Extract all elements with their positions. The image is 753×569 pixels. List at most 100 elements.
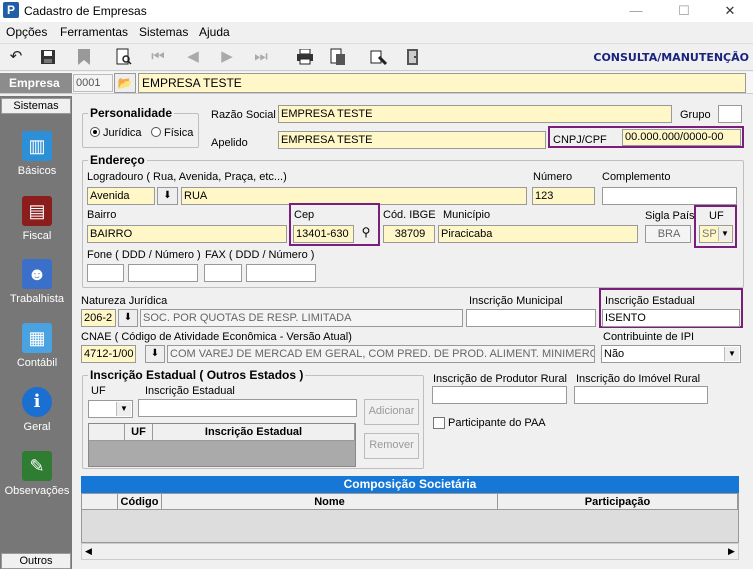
cep-label: Cep [294,209,315,221]
chevron-down-icon: ▼ [718,227,731,241]
cnae-lookup-button[interactable]: ⬇ [145,345,165,363]
contrib-ipi-value: Não [604,348,625,360]
undo-icon[interactable]: ↶ [5,46,27,68]
col-ie-header: Inscrição Estadual [153,424,355,441]
printer-icon[interactable] [294,46,316,68]
bairro-label: Bairro [87,209,117,221]
fax-numero-field[interactable] [246,264,316,282]
complemento-field[interactable] [602,187,737,205]
print-preview-icon[interactable] [113,46,135,68]
sidebar-item-contabil[interactable]: ▦ Contábil [0,323,74,369]
binoculars-icon[interactable]: ⚲ [356,225,376,243]
scroll-right-icon[interactable]: ▶ [728,546,735,557]
info-icon: i [22,387,52,417]
tipo-lookup-button[interactable]: ⬇ [157,187,178,205]
col-codigo-header: Código [118,494,162,510]
table-corner [89,424,125,441]
razao-social-field[interactable]: EMPRESA TESTE [278,105,672,123]
maximize-button[interactable]: ☐ [664,2,704,20]
numero-label: Número [533,171,573,183]
empresa-label: Empresa [0,73,72,93]
ibge-label: Cód. IBGE [383,209,436,221]
numero-field[interactable]: 123 [532,187,595,205]
col-nome-header: Nome [162,494,498,510]
uf-dropdown[interactable]: SP ▼ [699,225,733,243]
municipio-field[interactable]: Piracicaba [438,225,638,243]
apelido-field[interactable]: EMPRESA TESTE [278,131,546,149]
cep-field[interactable]: 13401-630 [293,225,354,243]
insc-estadual-field[interactable]: ISENTO [602,309,740,327]
cnpj-field[interactable]: 00.000.000/0000-00 [622,129,741,146]
menu-ferramentas[interactable]: Ferramentas [60,25,128,39]
fax-ddd-field[interactable] [204,264,242,282]
menu-sistemas[interactable]: Sistemas [139,25,188,39]
grupo-field[interactable] [718,105,742,123]
bairro-field[interactable]: BAIRRO [87,225,287,243]
chevron-down-icon: ▼ [724,347,739,361]
save-icon[interactable] [37,46,59,68]
ie-outros-uf-label: UF [91,385,106,397]
last-record-icon[interactable]: ⏭ [250,46,272,68]
exit-door-icon[interactable] [402,46,424,68]
complemento-label: Complemento [602,171,671,183]
sidebar-item-basicos[interactable]: ▥ Básicos [0,131,74,177]
fone-numero-field[interactable] [128,264,198,282]
produtor-rural-field[interactable] [432,386,567,404]
endereco-title: Endereço [88,153,147,167]
col-participacao-header: Participação [498,494,738,510]
minimize-button[interactable]: — [616,2,656,20]
menu-ajuda[interactable]: Ajuda [199,25,230,39]
fone-ddd-field[interactable] [87,264,124,282]
natureza-lookup-button[interactable]: ⬇ [118,309,138,327]
tipo-logradouro-field[interactable]: Avenida [87,187,155,205]
insc-municipal-field[interactable] [466,309,596,327]
imovel-rural-field[interactable] [574,386,708,404]
scroll-left-icon[interactable]: ◀ [85,546,92,557]
add-button[interactable]: Adicionar [364,399,419,425]
cnae-code-field[interactable]: 4712-1/00 [81,345,136,363]
sidebar-header[interactable]: Sistemas [1,98,71,114]
tools-icon[interactable] [368,46,390,68]
remove-button[interactable]: Remover [364,433,419,459]
radio-juridica[interactable]: Jurídica [90,127,142,139]
radio-fisica[interactable]: Física [151,127,193,139]
insc-estadual-label: Inscrição Estadual [605,295,695,307]
horizontal-scrollbar[interactable] [81,543,739,560]
sidebar-item-geral[interactable]: i Geral [0,387,74,433]
empresa-name-field[interactable]: EMPRESA TESTE [138,73,746,93]
receipt-icon: ▤ [22,196,52,226]
menu-opcoes[interactable]: Opções [6,25,47,39]
next-record-icon[interactable]: ▶ [216,46,238,68]
report-icon[interactable] [327,46,349,68]
natureza-desc-field[interactable]: SOC. POR QUOTAS DE RESP. LIMITADA [140,309,463,327]
first-record-icon[interactable]: ⏮ [147,46,169,68]
sidebar-item-label: Contábil [16,357,58,369]
natureza-code-field[interactable]: 206-2 [81,309,116,327]
ibge-field[interactable]: 38709 [383,225,435,243]
sidebar-footer[interactable]: Outros [1,553,71,569]
cnae-desc-field[interactable]: COM VAREJ DE MERCAD EM GERAL, COM PRED. … [167,345,595,363]
uf-label: UF [709,210,724,222]
previous-record-icon[interactable]: ◀ [182,46,204,68]
apelido-label: Apelido [211,137,248,149]
sidebar-item-trabalhista[interactable]: ☻ Trabalhista [0,259,74,305]
radio-off-icon [151,127,161,137]
pen-icon: ✎ [22,451,52,481]
sidebar-item-fiscal[interactable]: ▤ Fiscal [0,196,74,242]
radio-juridica-label: Jurídica [103,127,142,139]
empresa-code-field[interactable]: 0001 [73,74,113,92]
bookmark-icon[interactable] [73,46,95,68]
app-logo-icon: P [3,2,19,18]
contrib-ipi-dropdown[interactable]: Não ▼ [601,345,741,363]
sigla-pais-field[interactable]: BRA [645,225,691,243]
sidebar-item-observacoes[interactable]: ✎ Observações [0,451,74,497]
close-button[interactable]: ✕ [710,2,750,20]
logradouro-label: Logradouro ( Rua, Avenida, Praça, etc...… [87,171,287,183]
ie-outros-uf-dropdown[interactable]: ▼ [88,400,133,418]
produtor-rural-label: Inscrição de Produtor Rural [433,373,567,385]
cnae-label: CNAE ( Código de Atividade Econômica - V… [81,331,352,343]
open-folder-button[interactable]: 📂 [114,73,136,93]
paa-checkbox[interactable] [433,417,445,429]
ie-outros-ie-field[interactable] [138,399,357,417]
mode-indicator: CONSULTA/MANUTENÇÃO [593,51,749,64]
